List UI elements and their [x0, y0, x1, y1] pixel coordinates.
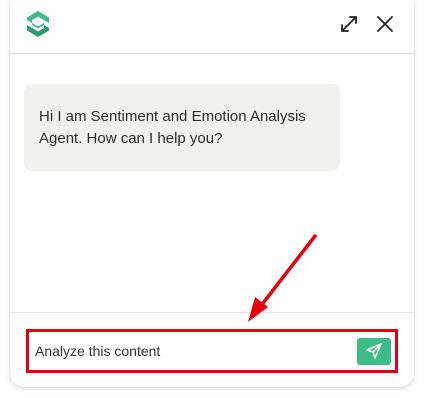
message-input[interactable] [35, 340, 345, 362]
message-composer [10, 312, 414, 387]
hexagon-logo-icon [25, 10, 51, 38]
send-paper-plane-icon [366, 343, 382, 359]
message-list: Hi I am Sentiment and Emotion Analysis A… [10, 54, 414, 312]
chat-widget: Hi I am Sentiment and Emotion Analysis A… [10, 0, 414, 387]
close-icon[interactable] [374, 13, 396, 35]
chat-header [10, 0, 414, 54]
send-button[interactable] [357, 338, 391, 365]
agent-message-text: Hi I am Sentiment and Emotion Analysis A… [39, 108, 306, 147]
message-input-container [26, 329, 398, 373]
expand-icon[interactable] [338, 13, 360, 35]
agent-message-bubble: Hi I am Sentiment and Emotion Analysis A… [24, 84, 340, 171]
